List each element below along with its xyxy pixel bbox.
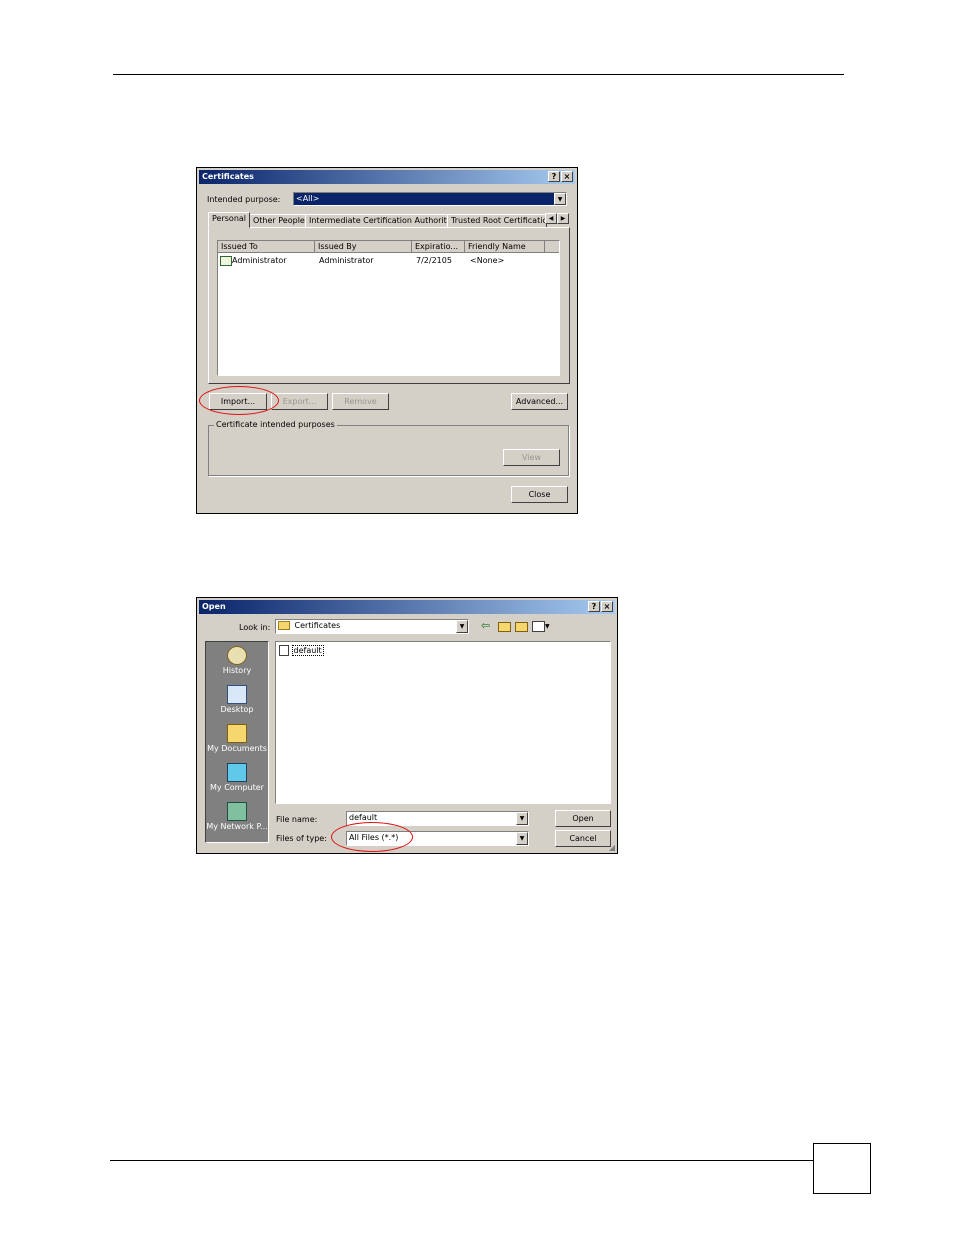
page-number-box — [813, 1143, 871, 1194]
close-x-button[interactable]: × — [601, 601, 613, 612]
place-history[interactable]: History — [206, 646, 268, 675]
look-in-select[interactable]: Certificates ▼ — [275, 619, 469, 634]
group-label: Certificate intended purposes — [214, 420, 337, 429]
column-friendly-name[interactable]: Friendly Name — [465, 241, 545, 253]
intended-purpose-label: Intended purpose: — [207, 195, 281, 204]
export-button[interactable]: Export... — [271, 393, 328, 410]
my-computer-icon — [227, 763, 247, 782]
file-name-value: default — [349, 813, 378, 822]
table-row[interactable]: Administrator Administrator 7/2/2105 <No… — [218, 255, 559, 267]
place-my-network[interactable]: My Network P... — [206, 802, 268, 831]
open-dialog: Open ? × Look in: Certificates ▼ ⇦ ▼ His… — [196, 597, 618, 854]
look-in-label: Look in: — [239, 623, 271, 632]
file-name-label: File name: — [276, 815, 318, 824]
cell-issued-to: Administrator — [232, 256, 287, 265]
certificate-list: Issued To Issued By Expiratio... Friendl… — [217, 240, 560, 376]
tab-other-people[interactable]: Other People — [249, 214, 309, 228]
tab-scroll-right-icon[interactable]: ▶ — [557, 213, 569, 224]
cell-expiration: 7/2/2105 — [416, 256, 452, 265]
help-button[interactable]: ? — [548, 171, 560, 182]
up-folder-icon[interactable] — [498, 622, 511, 632]
footer-rule — [110, 1160, 813, 1161]
dropdown-arrow-icon[interactable]: ▼ — [554, 193, 566, 205]
places-bar: History Desktop My Documents My Computer… — [205, 641, 269, 843]
dropdown-arrow-icon[interactable]: ▼ — [456, 620, 468, 633]
place-my-computer[interactable]: My Computer — [206, 763, 268, 792]
certificates-title: Certificates — [202, 172, 254, 181]
import-highlight-circle — [199, 386, 279, 415]
cell-friendly-name: <None> — [470, 256, 505, 265]
view-menu-icon[interactable] — [532, 621, 545, 632]
intended-purpose-select[interactable]: <All> ▼ — [293, 192, 567, 206]
column-filler — [545, 241, 559, 253]
resize-grip-icon[interactable]: ◢ — [609, 843, 615, 852]
column-issued-by[interactable]: Issued By — [315, 241, 412, 253]
certificate-icon — [220, 256, 232, 266]
place-desktop[interactable]: Desktop — [206, 685, 268, 714]
my-documents-icon — [227, 724, 247, 743]
dropdown-arrow-icon[interactable]: ▼ — [516, 812, 528, 825]
certificates-dialog: Certificates ? × Intended purpose: <All>… — [196, 167, 578, 514]
desktop-icon — [227, 685, 247, 704]
open-title-bar: Open ? × — [199, 600, 615, 614]
close-x-button[interactable]: × — [561, 171, 573, 182]
view-menu-arrow-icon[interactable]: ▼ — [545, 623, 550, 630]
help-button[interactable]: ? — [588, 601, 600, 612]
advanced-button[interactable]: Advanced... — [511, 393, 568, 410]
tab-scroll-left-icon[interactable]: ◀ — [545, 213, 557, 224]
cell-issued-by: Administrator — [319, 256, 374, 265]
folder-icon — [278, 621, 290, 630]
my-network-icon — [227, 802, 247, 821]
new-folder-icon[interactable] — [515, 622, 528, 632]
cancel-button[interactable]: Cancel — [555, 830, 611, 847]
list-item[interactable]: default — [279, 645, 324, 656]
certificates-title-bar: Certificates ? × — [199, 170, 575, 184]
tab-intermediate-ca[interactable]: Intermediate Certification Authorities — [305, 214, 463, 228]
column-issued-to[interactable]: Issued To — [218, 241, 315, 253]
remove-button[interactable]: Remove — [332, 393, 389, 410]
tab-personal[interactable]: Personal — [208, 212, 251, 228]
tab-panel: Issued To Issued By Expiratio... Friendl… — [208, 227, 570, 384]
column-expiration[interactable]: Expiratio... — [412, 241, 465, 253]
look-in-value: Certificates — [294, 621, 341, 630]
place-my-documents[interactable]: My Documents — [206, 724, 268, 753]
intended-purpose-value: <All> — [296, 194, 320, 203]
open-button[interactable]: Open — [555, 810, 611, 827]
open-title: Open — [202, 602, 226, 611]
dropdown-arrow-icon[interactable]: ▼ — [516, 832, 528, 845]
history-icon — [227, 646, 247, 665]
back-icon[interactable]: ⇦ — [481, 619, 490, 632]
tab-trusted-root[interactable]: Trusted Root Certification — [447, 214, 547, 228]
close-button[interactable]: Close — [511, 486, 568, 503]
file-name: default — [291, 645, 324, 656]
file-icon — [279, 645, 289, 656]
files-of-type-label: Files of type: — [276, 834, 327, 843]
file-list: default — [275, 641, 611, 804]
view-button[interactable]: View — [503, 449, 560, 466]
files-of-type-highlight-circle — [331, 822, 413, 852]
header-rule — [113, 74, 844, 75]
intended-purposes-group: Certificate intended purposes View — [208, 420, 569, 476]
